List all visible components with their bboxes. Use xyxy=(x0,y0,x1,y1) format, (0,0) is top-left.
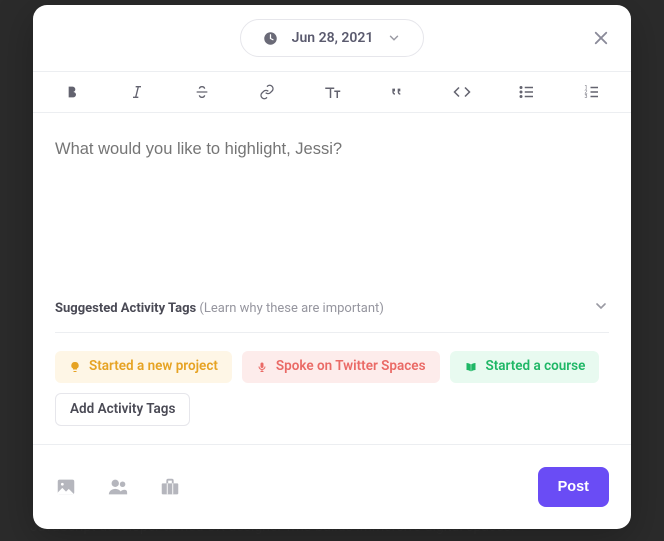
ordered-list-button[interactable]: 123 xyxy=(560,72,625,112)
tags-collapse-button[interactable] xyxy=(593,298,609,318)
date-label: Jun 28, 2021 xyxy=(292,30,374,46)
bulb-icon xyxy=(69,361,81,373)
tag-twitter-spaces[interactable]: Spoke on Twitter Spaces xyxy=(242,351,440,383)
attachment-icons xyxy=(55,476,181,498)
quote-button[interactable] xyxy=(365,72,430,112)
compose-modal: Jun 28, 2021 xyxy=(33,5,631,529)
post-button[interactable]: Post xyxy=(538,467,609,507)
tag-label: Add Activity Tags xyxy=(70,403,175,417)
modal-footer: Post xyxy=(33,444,631,529)
clock-icon xyxy=(263,31,278,46)
tag-label: Started a new project xyxy=(89,360,218,374)
tags-section: Suggested Activity Tags (Learn why these… xyxy=(33,294,631,444)
modal-header: Jun 28, 2021 xyxy=(33,5,631,71)
bold-button[interactable] xyxy=(39,72,104,112)
image-attach-button[interactable] xyxy=(55,476,77,498)
briefcase-attach-button[interactable] xyxy=(159,476,181,498)
tags-hint[interactable]: (Learn why these are important) xyxy=(199,301,383,316)
svg-text:3: 3 xyxy=(585,94,588,100)
editor-area[interactable] xyxy=(33,113,631,294)
italic-button[interactable] xyxy=(104,72,169,112)
tag-label: Spoke on Twitter Spaces xyxy=(276,360,426,374)
editor-input[interactable] xyxy=(55,140,609,159)
strikethrough-button[interactable] xyxy=(169,72,234,112)
add-activity-tags-button[interactable]: Add Activity Tags xyxy=(55,393,190,427)
people-attach-button[interactable] xyxy=(107,476,129,498)
close-button[interactable] xyxy=(591,28,611,48)
mic-icon xyxy=(256,361,268,373)
date-picker[interactable]: Jun 28, 2021 xyxy=(240,19,425,57)
link-button[interactable] xyxy=(234,72,299,112)
tags-header: Suggested Activity Tags (Learn why these… xyxy=(55,294,609,333)
tag-started-project[interactable]: Started a new project xyxy=(55,351,232,383)
code-button[interactable] xyxy=(430,72,495,112)
tags-title: Suggested Activity Tags xyxy=(55,301,196,316)
book-icon xyxy=(464,361,478,373)
tag-suggestions: Started a new project Spoke on Twitter S… xyxy=(55,333,609,444)
format-toolbar: 123 xyxy=(33,71,631,113)
text-size-button[interactable] xyxy=(299,72,364,112)
tag-label: Started a course xyxy=(486,360,586,374)
tag-started-course[interactable]: Started a course xyxy=(450,351,600,383)
bullet-list-button[interactable] xyxy=(495,72,560,112)
chevron-down-icon xyxy=(387,31,401,45)
